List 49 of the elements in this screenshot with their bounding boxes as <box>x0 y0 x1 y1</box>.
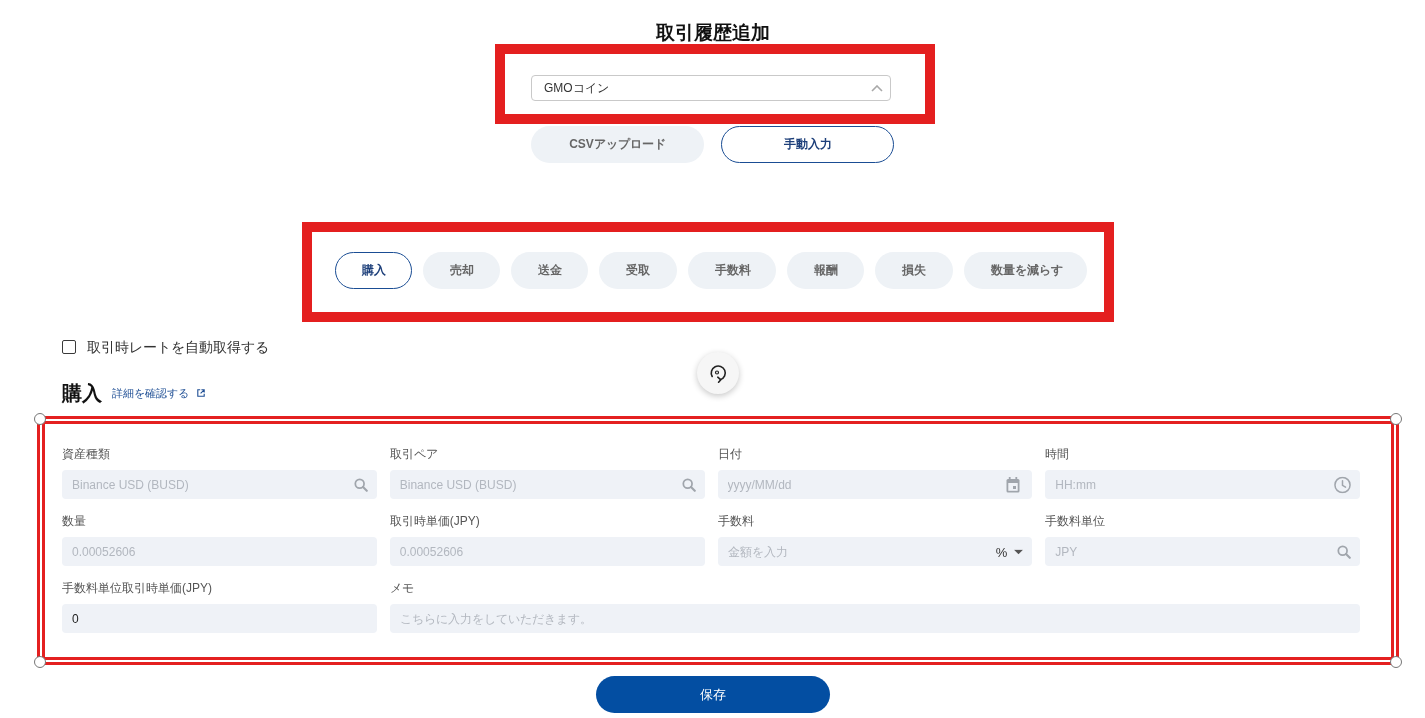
clock-icon <box>1334 476 1351 493</box>
field-label: 手数料単位取引時単価(JPY) <box>62 580 213 596</box>
search-icon <box>1337 544 1351 559</box>
transaction-type-tab[interactable]: 報酬 <box>787 252 865 289</box>
field-label: 取引ペア <box>389 446 439 462</box>
transaction-type-tab[interactable]: 売却 <box>423 252 501 289</box>
date-field[interactable]: yyyy/MM/dd <box>717 470 1033 499</box>
resize-handle-icon[interactable] <box>34 656 46 668</box>
text-field[interactable]: 0.00052606 <box>389 537 705 566</box>
search-field[interactable]: Binance USD (BUSD) <box>389 470 705 499</box>
transaction-type-tab[interactable]: 手数料 <box>687 252 777 289</box>
transaction-type-tab[interactable]: 損失 <box>875 252 953 289</box>
field-label: メモ <box>389 580 415 596</box>
time-field[interactable]: HH:mm <box>1045 470 1360 499</box>
details-link[interactable]: 詳細を確認する <box>112 386 205 400</box>
field-label: 手数料単位 <box>1045 513 1107 529</box>
field-label: 数量 <box>62 513 87 529</box>
search-field[interactable]: JPY <box>1045 537 1360 566</box>
transaction-type-tab[interactable]: 購入 <box>335 252 413 289</box>
external-link-icon <box>197 389 205 397</box>
resize-handle-icon[interactable] <box>1390 413 1402 425</box>
search-icon <box>681 477 696 492</box>
resize-handle-icon[interactable] <box>1390 656 1402 668</box>
exchange-select[interactable]: GMOコイン <box>531 75 891 101</box>
checkbox-label: 取引時レートを自動取得する <box>87 338 269 356</box>
unit-select[interactable]: % <box>995 544 1024 559</box>
section-heading: 購入 <box>62 381 102 405</box>
refresh-icon <box>708 363 728 383</box>
text-field[interactable]: 0 <box>62 604 377 633</box>
transaction-type-tab[interactable]: 送金 <box>511 252 589 289</box>
search-field[interactable]: Binance USD (BUSD) <box>62 470 377 499</box>
field-label: 資産種類 <box>62 446 111 462</box>
search-icon <box>353 477 368 492</box>
field-label: 手数料 <box>717 513 755 529</box>
field-label: 日付 <box>717 446 743 462</box>
refresh-button[interactable] <box>697 352 739 394</box>
transaction-type-tab[interactable]: 受取 <box>599 252 677 289</box>
input-mode-button[interactable]: CSVアップロード <box>531 126 704 163</box>
text-field[interactable]: 0.00052606 <box>62 537 377 566</box>
transaction-type-tab[interactable]: 数量を減らす <box>963 252 1087 289</box>
field-label: 時間 <box>1045 446 1071 462</box>
field-label: 取引時単価(JPY) <box>389 513 481 529</box>
caret-down-icon <box>1014 549 1024 554</box>
input-mode-button[interactable]: 手動入力 <box>721 126 894 163</box>
auto-rate-checkbox[interactable] <box>62 340 76 354</box>
save-button[interactable]: 保存 <box>595 676 830 713</box>
page-title: 取引履歴追加 <box>655 21 770 44</box>
resize-handle-icon[interactable] <box>34 413 46 425</box>
chevron-up-icon <box>871 84 883 92</box>
